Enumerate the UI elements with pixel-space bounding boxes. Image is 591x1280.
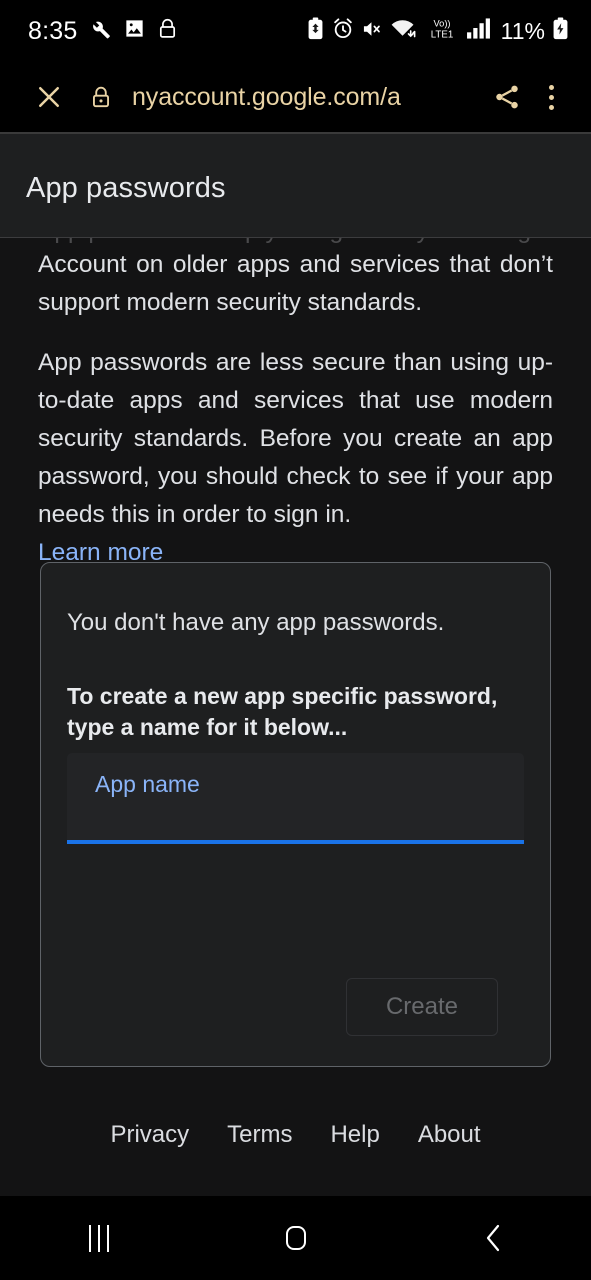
back-icon[interactable] xyxy=(394,1196,591,1280)
lock-icon[interactable] xyxy=(84,76,118,118)
lock-icon xyxy=(157,17,178,45)
recents-icon[interactable] xyxy=(0,1196,197,1280)
home-icon[interactable] xyxy=(197,1196,394,1280)
app-name-input[interactable] xyxy=(95,797,495,837)
mute-vibrate-icon xyxy=(361,18,383,45)
battery-saver-icon xyxy=(306,17,325,46)
app-name-focus-underline xyxy=(67,840,524,844)
header-divider xyxy=(0,237,591,238)
status-clock: 8:35 xyxy=(28,16,78,45)
wrench-icon xyxy=(88,17,112,46)
wifi-icon xyxy=(390,17,417,45)
svg-text:LTE1: LTE1 xyxy=(430,29,453,40)
system-navigation-bar xyxy=(0,1196,591,1280)
svg-text:Vo)): Vo)) xyxy=(433,19,450,29)
web-page: App passwords help you sign in to your G… xyxy=(0,134,591,1196)
signal-bars-icon xyxy=(466,17,492,45)
empty-state-message: You don't have any app passwords. xyxy=(67,609,445,636)
alarm-icon xyxy=(332,17,354,45)
overflow-menu-icon[interactable] xyxy=(529,75,573,119)
app-passwords-card: You don't have any app passwords. To cre… xyxy=(40,562,551,1067)
volte-icon: Vo)) LTE1 xyxy=(424,17,460,45)
intro-paragraph-2: App passwords are less secure than using… xyxy=(38,349,553,528)
page-content: Account on older apps and services that … xyxy=(0,238,591,572)
footer-link-privacy[interactable]: Privacy xyxy=(108,1117,191,1153)
status-bar-right: Vo)) LTE1 11% xyxy=(306,17,569,46)
status-bar-left: 8:35 xyxy=(28,17,178,46)
page-title: App passwords xyxy=(26,172,226,204)
app-name-label: App name xyxy=(95,771,200,797)
image-icon xyxy=(123,17,146,45)
browser-toolbar: nyaccount.google.com/a xyxy=(0,62,591,132)
page-footer: Privacy Terms Help About xyxy=(0,1117,591,1153)
create-instructions: To create a new app specific password, t… xyxy=(67,683,498,740)
battery-charging-icon xyxy=(552,17,569,46)
battery-percent: 11% xyxy=(500,17,545,44)
intro-paragraph-1: Account on older apps and services that … xyxy=(38,251,553,316)
footer-link-about[interactable]: About xyxy=(416,1117,483,1153)
app-name-field[interactable]: App name xyxy=(67,753,524,842)
close-icon[interactable] xyxy=(28,76,70,118)
status-bar: 8:35 Vo)) LTE1 11% xyxy=(0,0,591,62)
page-sticky-header: App passwords xyxy=(0,134,591,238)
create-button[interactable]: Create xyxy=(346,978,498,1036)
url-bar[interactable]: nyaccount.google.com/a xyxy=(132,85,477,110)
share-icon[interactable] xyxy=(485,75,529,119)
footer-link-terms[interactable]: Terms xyxy=(225,1117,294,1153)
footer-link-help[interactable]: Help xyxy=(328,1117,381,1153)
phone-screen: 8:35 Vo)) LTE1 11% nyaccount.google.com/… xyxy=(0,0,591,1280)
